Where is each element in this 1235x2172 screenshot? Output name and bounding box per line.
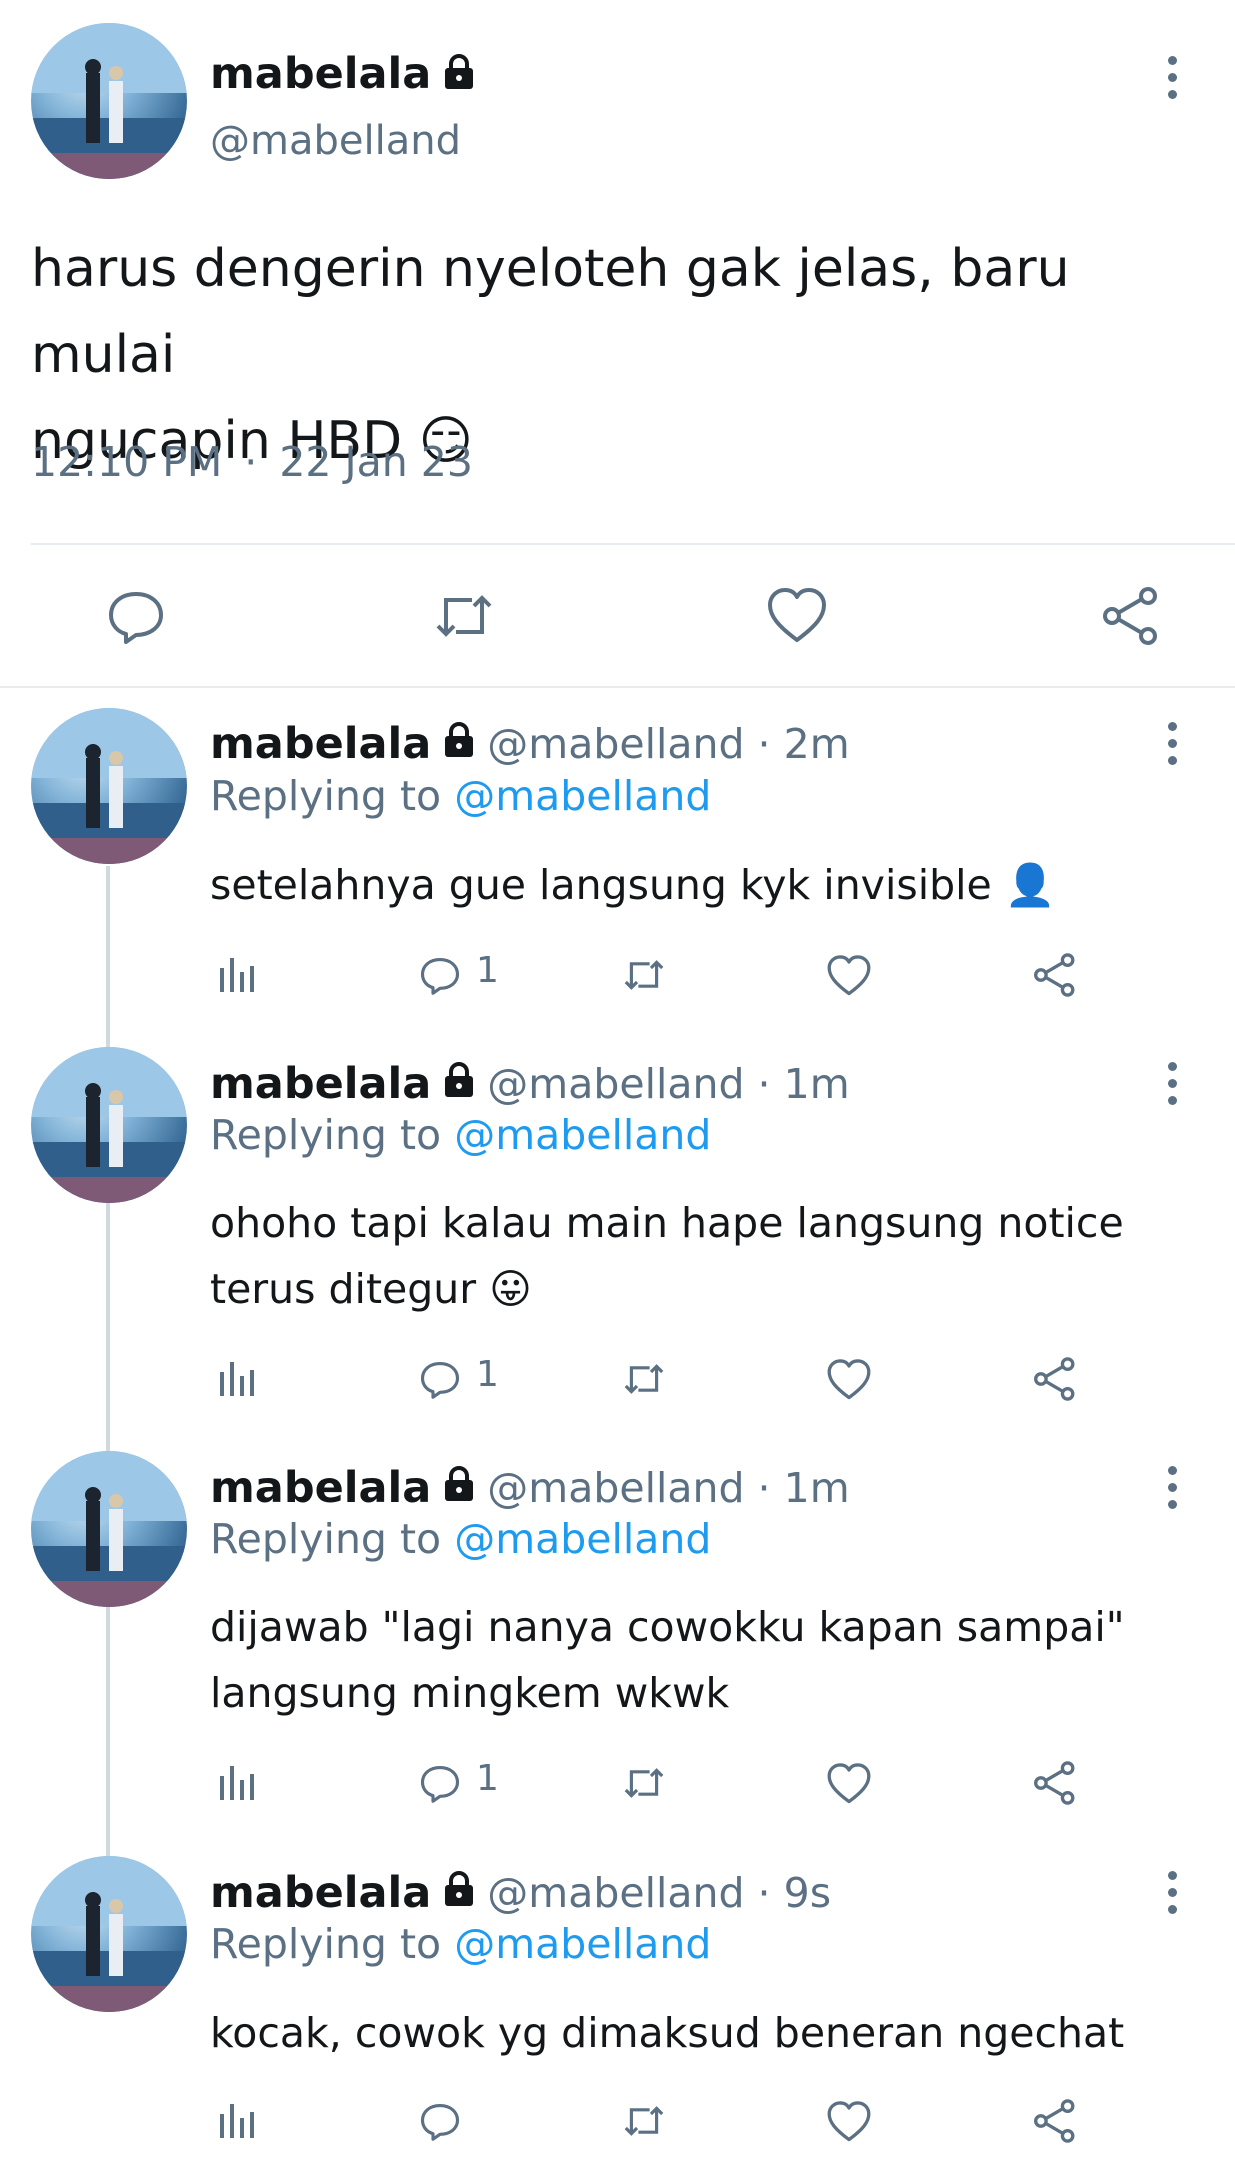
lock-icon xyxy=(443,1868,475,1918)
display-name[interactable]: mabelala xyxy=(210,719,431,769)
heart-icon[interactable] xyxy=(766,586,828,646)
heart-icon[interactable] xyxy=(826,1762,872,1806)
analytics-icon[interactable] xyxy=(216,1358,256,1398)
more-vertical-icon[interactable] xyxy=(1162,722,1182,773)
reply-text: kocak, cowok yg dimaksud beneran ngechat xyxy=(210,2009,1125,2057)
share-icon[interactable] xyxy=(1032,952,1078,998)
more-vertical-icon[interactable] xyxy=(1162,1466,1182,1517)
heart-icon[interactable] xyxy=(826,2100,872,2144)
retweet-icon[interactable] xyxy=(620,954,668,996)
handle-time: @mabelland · 1m xyxy=(487,1464,850,1512)
share-icon[interactable] xyxy=(1032,1356,1078,1402)
tweet-time: 12:10 PM xyxy=(31,438,223,486)
retweet-icon[interactable] xyxy=(620,2100,668,2142)
avatar[interactable] xyxy=(31,23,187,179)
divider xyxy=(0,686,1235,688)
display-name[interactable]: mabelala xyxy=(210,1463,431,1513)
reply-text: ohoho tapi kalau main hape langsung noti… xyxy=(210,1199,1124,1313)
silhouette-emoji: 👤 xyxy=(1004,861,1056,909)
replying-to-handle[interactable]: @mabelland xyxy=(454,1515,711,1563)
divider xyxy=(31,543,1235,545)
reply-icon[interactable] xyxy=(418,954,462,996)
avatar[interactable] xyxy=(31,708,187,864)
replying-to-handle[interactable]: @mabelland xyxy=(454,1111,711,1159)
reply-icon[interactable] xyxy=(418,2100,462,2142)
heart-icon[interactable] xyxy=(826,954,872,998)
display-name[interactable]: mabelala xyxy=(210,1059,431,1109)
handle[interactable]: @mabelland xyxy=(210,118,461,164)
more-vertical-icon[interactable] xyxy=(1162,1871,1182,1922)
reply-count: 1 xyxy=(476,950,499,991)
display-name[interactable]: mabelala xyxy=(210,1868,431,1918)
reply-icon[interactable] xyxy=(418,1358,462,1400)
display-name[interactable]: mabelala xyxy=(210,49,431,99)
tweet-text-line-1: harus dengerin nyeloteh gak jelas, baru … xyxy=(31,239,1070,385)
more-vertical-icon[interactable] xyxy=(1162,1062,1182,1113)
heart-icon[interactable] xyxy=(826,1358,872,1402)
handle-time: @mabelland · 1m xyxy=(487,1060,850,1108)
lock-icon xyxy=(443,54,475,94)
analytics-icon[interactable] xyxy=(216,954,256,994)
lock-icon xyxy=(443,1463,475,1513)
replying-to-handle[interactable]: @mabelland xyxy=(454,1920,711,1968)
reply-icon[interactable] xyxy=(106,586,166,646)
thread-line xyxy=(106,866,110,1866)
analytics-icon[interactable] xyxy=(216,2100,256,2140)
avatar[interactable] xyxy=(31,1047,187,1203)
replying-to: Replying to @mabelland xyxy=(210,772,712,820)
share-icon[interactable] xyxy=(1100,586,1162,646)
analytics-icon[interactable] xyxy=(216,1762,256,1802)
avatar[interactable] xyxy=(31,1856,187,2012)
avatar[interactable] xyxy=(31,1451,187,1607)
timestamp: 12:10 PM · 22 Jan 23 xyxy=(31,438,473,486)
reply-text: dijawab "lagi nanya cowokku kapan sampai… xyxy=(210,1603,1125,1717)
share-icon[interactable] xyxy=(1032,2098,1078,2144)
share-icon[interactable] xyxy=(1032,1760,1078,1806)
separator-dot: · xyxy=(244,438,258,486)
replying-to-handle[interactable]: @mabelland xyxy=(454,772,711,820)
replying-to: Replying to @mabelland xyxy=(210,1111,712,1159)
reply-count: 1 xyxy=(476,1758,499,1799)
handle-time: @mabelland · 9s xyxy=(487,1869,832,1917)
reply-text: setelahnya gue langsung kyk invisible 👤 xyxy=(210,861,1056,909)
lock-icon xyxy=(443,1059,475,1109)
reply-icon[interactable] xyxy=(418,1762,462,1804)
retweet-icon[interactable] xyxy=(620,1762,668,1804)
tongue-emoji: 😛 xyxy=(489,1265,532,1313)
handle-time: @mabelland · 2m xyxy=(487,720,850,768)
reply-count: 1 xyxy=(476,1354,499,1395)
replying-to: Replying to @mabelland xyxy=(210,1515,712,1563)
tweet-date[interactable]: 22 Jan 23 xyxy=(279,438,473,486)
retweet-icon[interactable] xyxy=(620,1358,668,1400)
more-vertical-icon[interactable] xyxy=(1162,56,1182,107)
replying-to: Replying to @mabelland xyxy=(210,1920,712,1968)
lock-icon xyxy=(443,719,475,769)
retweet-icon[interactable] xyxy=(432,586,496,646)
